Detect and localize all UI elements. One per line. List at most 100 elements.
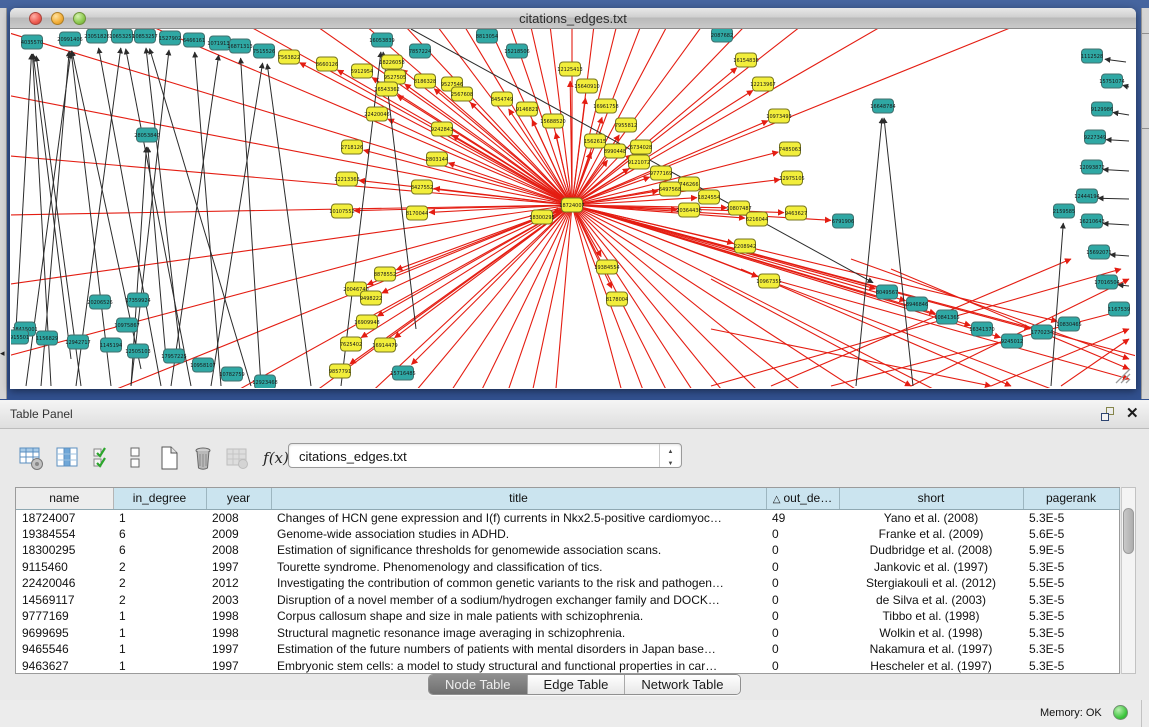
graph-node[interactable]: 10853257 <box>132 29 157 43</box>
delete-column-button[interactable] <box>190 444 218 472</box>
graph-node[interactable]: 8946846 <box>906 297 928 311</box>
table-row[interactable]: 946554611997Estimation of the future num… <box>16 641 1119 658</box>
graph-node[interactable]: 1156829 <box>36 331 58 345</box>
graph-node[interactable]: 2718126 <box>341 140 363 154</box>
graph-node[interactable]: 20206526 <box>87 295 112 309</box>
table-row[interactable]: 946362711997Embryonic stem cells: a mode… <box>16 658 1119 675</box>
graph-node[interactable]: 6216044 <box>746 212 768 226</box>
graph-node[interactable]: 12942717 <box>65 335 90 349</box>
panel-collapse-arrow-icon[interactable]: ◂ <box>0 349 5 358</box>
float-panel-button[interactable] <box>1100 406 1117 423</box>
graph-node[interactable]: 1562615 <box>584 134 606 148</box>
graph-node[interactable]: 10107552 <box>329 204 354 218</box>
window-titlebar[interactable]: citations_edges.txt <box>10 8 1136 29</box>
graph-node[interactable]: 8813054 <box>476 29 498 43</box>
graph-node[interactable]: 9777169 <box>650 166 672 180</box>
graph-node[interactable]: 12213967 <box>750 77 775 91</box>
graph-node[interactable]: 9498222 <box>360 291 382 305</box>
graph-node[interactable]: 1527902 <box>159 31 181 45</box>
graph-node[interactable]: 7857224 <box>409 44 431 58</box>
graph-node[interactable]: 10653257 <box>109 29 134 43</box>
graph-node[interactable]: 8878552 <box>374 267 396 281</box>
table-select-dropdown[interactable]: citations_edges.txt ▲▼ <box>288 443 682 468</box>
graph-node[interactable]: 16871313 <box>227 39 252 53</box>
graph-node[interactable]: 16210643 <box>1079 214 1104 228</box>
graph-node[interactable]: 12093872 <box>1079 160 1104 174</box>
graph-node[interactable]: 8178004 <box>606 292 628 306</box>
graph-node[interactable]: 1145194 <box>100 338 122 352</box>
table-row[interactable]: 911546021997Tourette syndrome. Phenomeno… <box>16 559 1119 576</box>
graph-node[interactable]: 16341370 <box>969 322 994 336</box>
table-row[interactable]: 2242004622012Investigating the contribut… <box>16 575 1119 592</box>
graph-node[interactable]: 6497568 <box>659 182 681 196</box>
graph-node[interactable]: 18226058 <box>379 55 404 69</box>
graph-node[interactable]: 15692071 <box>1086 245 1111 259</box>
column-header-name[interactable]: name <box>16 488 113 509</box>
graph-node[interactable]: 10782759 <box>219 367 244 381</box>
graph-node[interactable]: 9463627 <box>785 206 807 220</box>
graph-node[interactable]: 8454749 <box>491 92 513 106</box>
graph-node[interactable]: 8186328 <box>414 74 436 88</box>
graph-node[interactable]: 12444194 <box>1074 189 1099 203</box>
graph-node[interactable]: 8990448 <box>604 144 626 158</box>
graph-node[interactable]: 12923468 <box>252 375 277 388</box>
column-header-out_de[interactable]: △out_de… <box>766 488 839 509</box>
graph-node[interactable]: 8170044 <box>406 206 428 220</box>
graph-node[interactable]: 15688520 <box>540 114 565 128</box>
select-rows-button[interactable] <box>90 444 118 472</box>
graph-node[interactable]: 16154838 <box>733 53 758 67</box>
column-header-year[interactable]: year <box>206 488 271 509</box>
graph-node[interactable]: 9121072 <box>628 155 650 169</box>
graph-node[interactable]: 1112528 <box>1081 49 1103 63</box>
graph-node[interactable]: 746266 <box>679 177 700 191</box>
graph-node[interactable]: 19384554 <box>594 260 619 274</box>
graph-node[interactable]: 9242843 <box>431 122 453 136</box>
row-height-button[interactable] <box>122 444 150 472</box>
graph-node[interactable]: 16909948 <box>354 315 379 329</box>
graph-node[interactable]: 7485063 <box>779 142 801 156</box>
graph-node[interactable]: 7625402 <box>340 337 362 351</box>
graph-node[interactable]: 8427552 <box>411 180 433 194</box>
graph-node[interactable]: 20364436 <box>676 203 701 217</box>
graph-node[interactable]: 10841365 <box>934 310 959 324</box>
graph-node[interactable]: 20991406 <box>57 32 82 46</box>
table-row[interactable]: 1938455462009Genome-wide association stu… <box>16 526 1119 543</box>
graph-node[interactable]: 15640910 <box>574 79 599 93</box>
graph-node[interactable]: 18300295 <box>529 210 554 224</box>
graph-node[interactable]: 12975105 <box>779 171 804 185</box>
table-row[interactable]: 1830029562008Estimation of significance … <box>16 542 1119 559</box>
graph-node[interactable]: 6466161 <box>183 33 205 47</box>
graph-node[interactable]: 2803144 <box>426 152 448 166</box>
graph-node[interactable]: 16914479 <box>372 338 397 352</box>
graph-node[interactable]: 15716485 <box>390 366 415 380</box>
graph-node[interactable]: 10958107 <box>190 358 215 372</box>
graph-node[interactable]: 17359924 <box>125 293 150 307</box>
column-header-short[interactable]: short <box>839 488 1023 509</box>
graph-node[interactable]: 9146821 <box>516 102 538 116</box>
graph-node[interactable]: 8660126 <box>316 57 338 71</box>
show-columns-button[interactable] <box>54 444 82 472</box>
graph-node[interactable]: 5912954 <box>351 64 373 78</box>
graph-node[interactable]: 17016504 <box>1094 275 1119 289</box>
graph-node[interactable]: 16543362 <box>374 82 399 96</box>
graph-node[interactable]: 10973493 <box>766 109 791 123</box>
graph-node[interactable]: 2087682 <box>711 29 733 42</box>
graph-node[interactable]: 9857791 <box>329 364 351 378</box>
graph-node[interactable]: 22420046 <box>364 107 389 121</box>
panel-close-button[interactable]: ✕ <box>1126 404 1139 422</box>
graph-node[interactable]: 1167539 <box>1108 302 1130 316</box>
tab-node-table[interactable]: Node Table <box>429 675 528 694</box>
tab-network-table[interactable]: Network Table <box>625 675 739 694</box>
vertical-scrollbar[interactable] <box>1121 487 1136 674</box>
graph-node[interactable]: 17957225 <box>161 349 186 363</box>
graph-node[interactable]: 23051826 <box>84 29 109 43</box>
tab-edge-table[interactable]: Edge Table <box>528 675 626 694</box>
graph-node[interactable]: 12125413 <box>557 62 582 76</box>
table-row[interactable]: 969969511998Structural magnetic resonanc… <box>16 625 1119 642</box>
graph-node[interactable]: 16053839 <box>369 33 394 47</box>
graph-canvas[interactable]: 4035570209914062305182610653257108532571… <box>11 29 1135 388</box>
function-builder-button[interactable]: f(x) <box>262 444 290 472</box>
graph-node[interactable]: 2208942 <box>734 239 756 253</box>
graph-node[interactable]: 9129986 <box>1091 102 1113 116</box>
table-mode-button[interactable] <box>18 444 46 472</box>
